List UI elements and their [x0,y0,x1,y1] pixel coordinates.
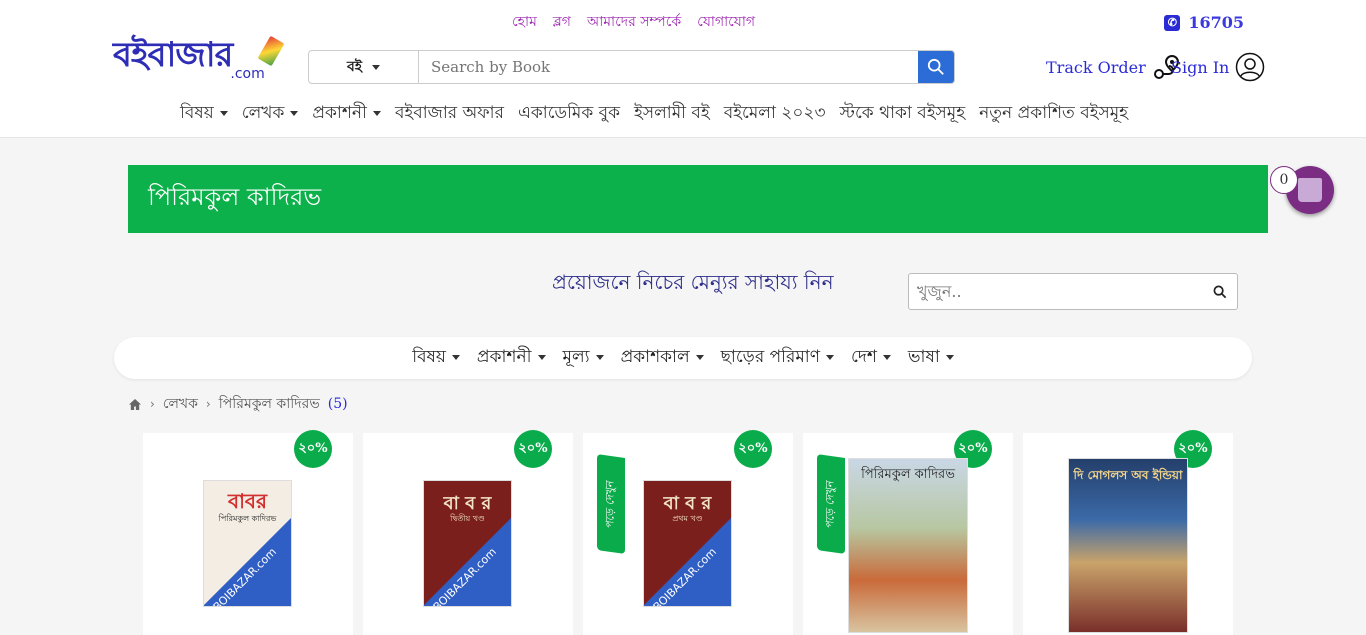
nav-label: লেখক [241,103,285,123]
watermark-corner [644,518,731,606]
breadcrumb-author: পিরিমকুল কাদিরভ [218,396,320,412]
filter-label: মূল্য [562,347,590,367]
nav-item-islamic[interactable]: ইসলামী বই [634,100,710,128]
filter-search-box [908,273,1238,310]
logo-suffix: .com [230,66,265,82]
search-input[interactable] [419,51,918,83]
page-title-banner: পিরিমকুল কাদিরভ [128,165,1268,233]
filter-label: প্রকাশকাল [620,347,690,367]
book-cover[interactable]: বা ব র প্রথম খণ্ড BOIBAZAR.com [643,480,732,607]
top-links: হোম ব্লগ আমাদের সম্পর্কে যোগাযোগ [512,10,755,34]
book-count: (5) [327,396,348,412]
nav-item-in-stock[interactable]: স্টকে থাকা বইসমূহ [840,100,966,128]
filter-subject[interactable]: বিষয় [412,344,460,372]
filter-bar: বিষয় প্রকাশনী মূল্য প্রকাশকাল ছাড়ের পর… [114,337,1252,379]
chevron-down-icon [595,355,604,360]
hotline-number: 16705 [1188,13,1244,32]
filter-search-input[interactable] [909,282,1213,301]
chevron-down-icon [372,111,381,116]
filter-country[interactable]: দেশ [851,344,891,372]
breadcrumb-section[interactable]: লেখক [163,392,198,416]
help-text: প্রয়োজনে নিচের মেন্যুর সাহায্য নিন [552,270,834,294]
read-preview-ribbon[interactable]: পড়ে দেখুন [817,454,845,554]
search-icon [927,58,944,75]
breadcrumb: › লেখক › পিরিমকুল কাদিরভ (5) [128,392,348,416]
cover-title: দি মোগলস অব ইন্ডিয়া [1073,468,1183,482]
shopping-bag-icon [1298,178,1322,202]
chevron-down-icon [372,64,381,70]
search-button[interactable] [918,51,954,83]
filter-price[interactable]: মূল্য [563,344,604,372]
book-cover[interactable]: বাবর পিরিমকুল কাদিরভ BOIBAZAR.com [203,480,292,607]
top-link-home[interactable]: হোম [512,10,537,34]
chevron-down-icon [219,111,228,116]
book-cover[interactable]: বা ব র দ্বিতীয় খণ্ড BOIBAZAR.com [423,480,512,607]
track-order-label: Track Order [1046,57,1146,77]
chevron-right-icon: › [205,397,211,411]
sign-in-label: Sign In [1171,57,1230,77]
filter-label: দেশ [850,347,877,367]
chevron-down-icon [451,355,460,360]
hotline[interactable]: ✆ 16705 [1164,13,1244,32]
nav-label: বিষয় [180,103,214,123]
nav-item-publisher[interactable]: প্রকাশনী [312,100,381,128]
cart-count-badge: 0 [1270,166,1298,194]
cart-button[interactable]: 0 [1270,166,1334,214]
search-category-label: বই [346,59,363,75]
page-title: পিরিমকুল কাদিরভ [148,183,322,211]
user-icon [1236,52,1265,82]
filter-published[interactable]: প্রকাশকাল [621,344,704,372]
nav-item-academic[interactable]: একাডেমিক বুক [518,100,620,128]
filter-discount[interactable]: ছাড়ের পরিমাণ [721,344,834,372]
home-icon[interactable] [128,398,142,411]
chevron-down-icon [290,111,299,116]
search-bar: বই [308,50,955,84]
filter-label: ছাড়ের পরিমাণ [720,347,820,367]
top-link-about[interactable]: আমাদের সম্পর্কে [587,10,681,34]
filter-label: ভাষা [907,347,940,367]
filter-publisher[interactable]: প্রকাশনী [477,344,546,372]
site-header: হোম ব্লগ আমাদের সম্পর্কে যোগাযোগ ✆ 16705… [0,0,1366,138]
chevron-down-icon [882,355,891,360]
sign-in-link[interactable]: Sign In [1171,52,1265,82]
nav-item-boimela[interactable]: বইমেলা ২০২৩ [724,100,826,128]
nav-label: প্রকাশনী [312,103,367,123]
watermark-corner [424,518,511,606]
chevron-down-icon [945,355,954,360]
read-preview-ribbon[interactable]: পড়ে দেখুন [597,454,625,554]
watermark-corner [204,518,291,606]
filter-language[interactable]: ভাষা [908,344,954,372]
track-order-link[interactable]: Track Order [1046,52,1182,82]
main-nav: বিষয় লেখক প্রকাশনী বইবাজার অফার একাডেমি… [180,100,1128,128]
filter-label: প্রকাশনী [476,347,532,367]
chevron-down-icon [825,355,834,360]
nav-item-subject[interactable]: বিষয় [180,100,228,128]
discount-badge: ২০% [734,430,772,468]
chevron-down-icon [537,355,546,360]
nav-item-author[interactable]: লেখক [242,100,299,128]
chevron-down-icon [695,355,704,360]
chevron-right-icon: › [150,397,155,411]
discount-badge: ২০% [514,430,552,468]
phone-icon: ✆ [1164,14,1181,31]
top-link-contact[interactable]: যোগাযোগ [697,10,755,34]
nav-item-new-releases[interactable]: নতুন প্রকাশিত বইসমূহ [979,100,1128,128]
logo-text: বইবাজার [113,35,233,75]
site-logo[interactable]: বইবাজার .com [113,35,285,86]
top-link-blog[interactable]: ব্লগ [553,10,571,34]
book-cover[interactable]: দি মোগলস অব ইন্ডিয়া [1068,458,1188,633]
search-icon[interactable] [1213,285,1227,299]
discount-badge: ২০% [294,430,332,468]
nav-item-offer[interactable]: বইবাজার অফার [395,100,504,128]
pencil-icon [257,35,285,67]
search-category-select[interactable]: বই [309,51,419,83]
book-cover[interactable]: পিরিমকুল কাদিরভ [848,458,968,633]
cover-title: পিরিমকুল কাদিরভ [861,467,955,482]
filter-label: বিষয় [412,347,446,367]
